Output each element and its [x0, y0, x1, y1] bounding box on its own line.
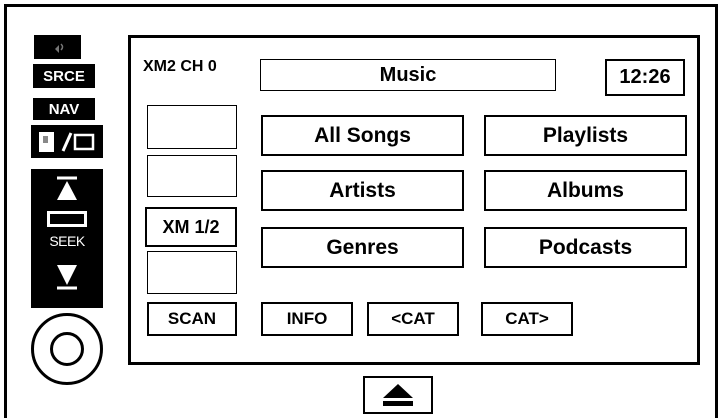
nav-label: NAV	[48, 100, 80, 118]
preset-slot-4[interactable]	[147, 251, 237, 294]
volume-knob-icon	[50, 332, 84, 366]
artists-button[interactable]: Artists	[261, 170, 464, 211]
audio-button[interactable]	[34, 35, 81, 59]
category-prev-button[interactable]: <CAT	[367, 302, 459, 336]
seek-down-icon	[57, 265, 77, 290]
display-screen: XM2 CH 0 Music 12:26 XM 1/2 All Songs Pl…	[128, 35, 700, 365]
source-button[interactable]: SRCE	[33, 64, 95, 88]
source-label: SRCE	[43, 67, 85, 85]
display-toggle-icon	[39, 131, 95, 152]
eject-icon	[383, 384, 413, 406]
preset-slot-2[interactable]	[147, 155, 237, 197]
audio-icon	[50, 43, 63, 53]
volume-knob[interactable]	[31, 313, 103, 385]
preset-slot-1[interactable]	[147, 105, 237, 149]
eject-button[interactable]	[363, 376, 433, 414]
podcasts-button[interactable]: Podcasts	[484, 227, 687, 268]
playlists-button[interactable]: Playlists	[484, 115, 687, 156]
seek-control: SEEK	[31, 169, 103, 308]
seek-down-button[interactable]	[31, 261, 103, 296]
all-songs-button[interactable]: All Songs	[261, 115, 464, 156]
seek-up-icon	[57, 176, 77, 200]
scan-button[interactable]: SCAN	[147, 302, 237, 336]
channel-label: XM2 CH 0	[143, 58, 217, 75]
albums-button[interactable]: Albums	[484, 170, 687, 211]
seek-up-button[interactable]	[31, 175, 103, 208]
page-title: Music	[260, 59, 556, 91]
seek-bar-icon	[47, 211, 87, 227]
nav-button[interactable]: NAV	[33, 98, 95, 120]
display-toggle-button[interactable]	[31, 125, 103, 158]
clock: 12:26	[605, 59, 685, 96]
info-button[interactable]: INFO	[261, 302, 353, 336]
genres-button[interactable]: Genres	[261, 227, 464, 268]
seek-label: SEEK	[49, 233, 85, 249]
preset-slot-3[interactable]: XM 1/2	[145, 207, 237, 247]
category-next-button[interactable]: CAT>	[481, 302, 573, 336]
